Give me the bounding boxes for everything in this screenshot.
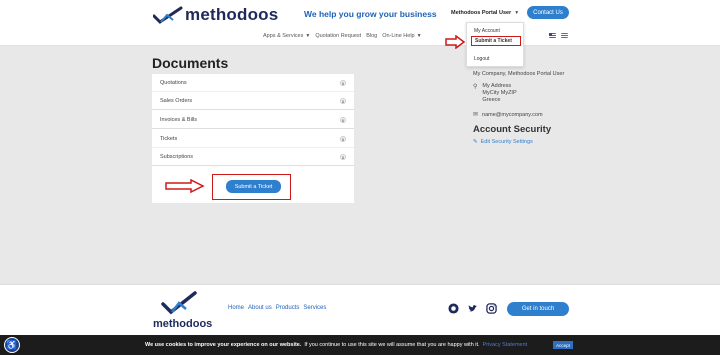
count-badge: 0 (340, 154, 346, 160)
list-item-quotations[interactable]: Quotations 0 (152, 74, 354, 92)
pencil-icon: ✎ (473, 139, 478, 145)
menu-item-my-account[interactable]: My Account (474, 28, 500, 34)
language-selector (549, 33, 568, 38)
github-icon[interactable] (448, 303, 459, 314)
footer-link-about[interactable]: About us (248, 305, 272, 311)
annotation-arrow-icon (165, 179, 205, 193)
footer-link-services[interactable]: Services (303, 305, 326, 311)
social-links (448, 303, 497, 314)
count-badge: 0 (340, 98, 346, 104)
edit-security-link[interactable]: ✎ Edit Security Settings (473, 139, 593, 145)
list-item-sales-orders[interactable]: Sales Orders 0 (152, 92, 354, 110)
accept-cookies-button[interactable]: Accept (553, 341, 573, 349)
instagram-icon[interactable] (486, 303, 497, 314)
address-line: My Address (482, 83, 512, 89)
privacy-statement-link[interactable]: Privacy Statement (483, 342, 528, 348)
account-security-title: Account Security (473, 124, 552, 135)
menu-item-logout[interactable]: Logout (474, 56, 489, 62)
user-dropdown-menu: My Account Submit a Ticket Logout (466, 22, 524, 67)
nav-item-help[interactable]: On-Line Help ▼ (382, 33, 421, 39)
footer-link-home[interactable]: Home (228, 305, 244, 311)
page-title: Documents (152, 55, 229, 71)
twitter-icon[interactable] (467, 303, 478, 314)
user-menu[interactable]: Methodoos Portal User ▼ (451, 10, 519, 16)
list-item-invoices[interactable]: Invoices & Bills 0 (152, 111, 354, 129)
cookie-bold-text: We use cookies to improve your experienc… (145, 342, 302, 348)
nav-item-apps[interactable]: Apps & Services ▼ (263, 33, 310, 39)
site-footer: methodoos Home About us Products Service… (0, 284, 720, 335)
accessibility-icon[interactable]: ♿ (4, 337, 20, 353)
count-badge: 0 (340, 117, 346, 123)
get-in-touch-button[interactable]: Get in touch (507, 302, 569, 316)
footer-logo[interactable]: methodoos (153, 291, 213, 331)
list-item-tickets[interactable]: Tickets 0 (152, 130, 354, 148)
email-block: ✉ name@mycompany.com (473, 111, 593, 119)
greek-flag-icon[interactable] (561, 33, 568, 38)
address-block: ⚲ My Address MyCity MyZIP Greece (473, 83, 593, 104)
main-nav: Apps & Services ▼ Quotation Request Blog … (263, 33, 422, 39)
contact-us-button[interactable]: Contact Us (527, 6, 569, 19)
map-marker-icon: ⚲ (473, 84, 478, 90)
company-name: My Company, Methodoos Portal User (473, 71, 565, 77)
submit-ticket-button[interactable]: Submit a Ticket (226, 180, 281, 193)
cookie-text: If you continue to use this site we will… (304, 342, 480, 348)
chevron-down-icon: ▼ (514, 10, 520, 16)
nav-item-blog[interactable]: Blog (366, 33, 377, 39)
logo-mark-icon (161, 291, 197, 315)
envelope-icon: ✉ (473, 112, 479, 118)
footer-logo-text: methodoos (153, 318, 213, 330)
address-line: Greece (482, 97, 501, 103)
nav-item-quotation[interactable]: Quotation Request (315, 33, 361, 39)
logo[interactable]: methodoos (153, 5, 278, 25)
site-header: methodoos We help you grow your business… (0, 0, 720, 46)
logo-text: methodoos (185, 5, 279, 24)
address-line: MyCity MyZIP (482, 90, 517, 96)
tagline: We help you grow your business (304, 9, 437, 19)
footer-links: Home About us Products Services (228, 305, 326, 311)
chevron-down-icon: ▼ (416, 33, 422, 39)
user-menu-label: Methodoos Portal User (451, 10, 512, 16)
count-badge: 0 (340, 80, 346, 86)
menu-item-submit-ticket[interactable]: Submit a Ticket (471, 36, 521, 46)
list-item-subscriptions[interactable]: Subscriptions 0 (152, 148, 354, 166)
logo-mark-icon (153, 6, 183, 24)
footer-link-products[interactable]: Products (276, 305, 300, 311)
cookie-banner: We use cookies to improve your experienc… (0, 335, 720, 355)
us-flag-icon[interactable] (549, 33, 556, 38)
email-value: name@mycompany.com (482, 111, 543, 118)
profile-panel: My Company, Methodoos Portal User ⚲ My A… (473, 70, 593, 145)
annotation-arrow-icon (445, 35, 466, 49)
cookie-message: We use cookies to improve your experienc… (145, 342, 527, 348)
chevron-down-icon: ▼ (305, 33, 311, 39)
count-badge: 0 (340, 136, 346, 142)
